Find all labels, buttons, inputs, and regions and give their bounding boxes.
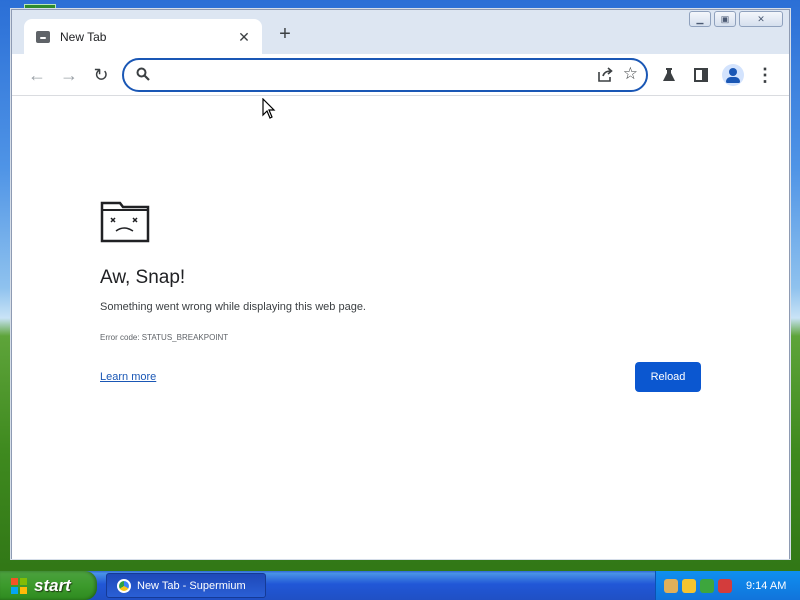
side-panel-button[interactable] <box>688 62 714 88</box>
labs-flask-icon[interactable] <box>656 62 682 88</box>
browser-window: New Tab ✕ + ▁ ▣ ✕ ← → ↻ ☆ ⋮ Aw, Snap! So… <box>11 9 790 559</box>
flask-icon <box>663 68 675 81</box>
kebab-menu-icon: ⋮ <box>756 65 774 85</box>
close-window-button[interactable]: ✕ <box>739 11 783 27</box>
update-tray-icon[interactable] <box>700 578 714 593</box>
system-tray: 9:14 AM <box>655 571 800 600</box>
tab-title: New Tab <box>60 30 107 44</box>
tab-close-icon[interactable]: ✕ <box>236 29 252 46</box>
taskbar-item-label: New Tab - Supermium <box>137 579 246 592</box>
mouse-cursor-icon <box>262 98 276 119</box>
tab-strip: New Tab ✕ + ▁ ▣ ✕ <box>12 10 789 55</box>
error-message: Something went wrong while displaying th… <box>100 301 366 313</box>
menu-button[interactable]: ⋮ <box>752 62 778 88</box>
network-tray-icon[interactable] <box>664 578 678 593</box>
omnibox[interactable]: ☆ <box>122 58 648 92</box>
browser-toolbar: ← → ↻ ☆ ⋮ <box>12 54 789 96</box>
reload-page-button[interactable]: Reload <box>635 362 701 392</box>
taskbar: start New Tab - Supermium 9:14 AM <box>0 571 800 600</box>
taskbar-item-supermium[interactable]: New Tab - Supermium <box>106 573 266 598</box>
learn-more-link[interactable]: Learn more <box>100 371 156 383</box>
profile-button[interactable] <box>720 62 746 88</box>
minimize-button[interactable]: ▁ <box>689 11 711 27</box>
start-button[interactable]: start <box>0 571 97 600</box>
sad-tab-favicon-icon <box>36 31 50 43</box>
tray-clock: 9:14 AM <box>746 579 787 592</box>
reload-button[interactable]: ↻ <box>88 62 114 88</box>
alert-shield-icon[interactable] <box>718 578 732 593</box>
search-icon <box>136 67 150 81</box>
side-panel-icon <box>694 68 708 82</box>
share-icon[interactable] <box>596 66 614 84</box>
sad-tab-icon <box>100 201 150 243</box>
windows-logo-icon <box>11 577 27 594</box>
error-page: Aw, Snap! Something went wrong while dis… <box>12 97 789 559</box>
new-tab-button[interactable]: + <box>274 24 296 46</box>
maximize-button[interactable]: ▣ <box>714 11 736 27</box>
window-controls: ▁ ▣ ✕ <box>689 11 783 27</box>
profile-avatar-icon <box>722 64 744 86</box>
security-shield-icon[interactable] <box>682 578 696 593</box>
supermium-browser-icon <box>117 578 131 593</box>
forward-button[interactable]: → <box>56 62 82 88</box>
bookmark-star-icon[interactable]: ☆ <box>623 64 638 84</box>
start-label: start <box>34 575 71 595</box>
back-button[interactable]: ← <box>24 62 50 88</box>
tab-new-tab[interactable]: New Tab ✕ <box>24 19 262 55</box>
error-title: Aw, Snap! <box>100 267 186 288</box>
error-code: Error code: STATUS_BREAKPOINT <box>100 333 229 342</box>
address-input[interactable] <box>160 64 590 86</box>
